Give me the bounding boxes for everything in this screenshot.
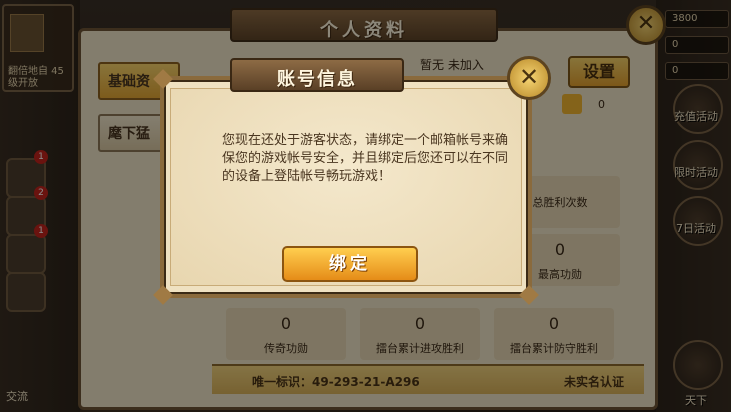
dialog-title: 账号信息: [277, 69, 357, 90]
dialog-close-button[interactable]: ✕: [507, 56, 551, 100]
dialog-title-bar: 账号信息: [230, 58, 404, 92]
close-icon: ✕: [518, 63, 540, 91]
bind-account-button[interactable]: 绑定: [282, 246, 418, 282]
dialog-message: 您现在还处于游客状态，请绑定一个邮箱帐号来确保您的游戏帐号安全，并且绑定后您还可…: [222, 133, 509, 184]
